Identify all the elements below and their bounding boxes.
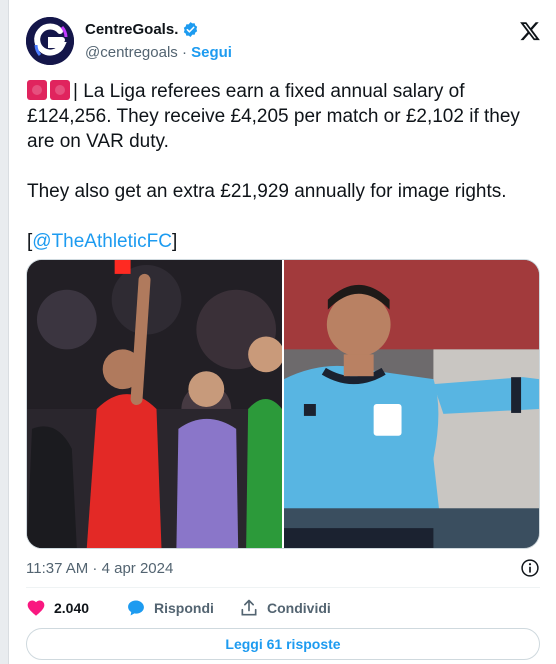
- handle-separator: ·: [181, 44, 187, 61]
- share-button[interactable]: Condividi: [239, 598, 331, 618]
- reply-bubble-icon: [128, 600, 144, 616]
- police-car-light-icon: [50, 80, 70, 100]
- tweet-paragraph-2: They also get an extra £21,929 annually …: [27, 181, 507, 202]
- like-button[interactable]: 2.040: [26, 598, 126, 618]
- photo-referee-pointing[interactable]: [284, 260, 539, 548]
- athletic-mention-link[interactable]: @TheAthleticFC: [32, 231, 172, 252]
- police-car-light-icon: [27, 80, 47, 100]
- divider: [26, 587, 540, 588]
- reply-label: Rispondi: [154, 600, 214, 616]
- tweet-media: [26, 259, 540, 549]
- tweet-salary-text: | La Liga referees earn a fixed annual s…: [27, 81, 520, 152]
- tweet-paragraph-1: | La Liga referees earn a fixed annual s…: [27, 79, 537, 154]
- centregoals-logo-icon: [26, 17, 74, 65]
- reply-button[interactable]: Rispondi: [126, 598, 239, 618]
- verified-badge-icon: [184, 22, 198, 37]
- tweet-paragraph-3: [@TheAthleticFC]: [27, 231, 178, 252]
- x-logo-icon[interactable]: [519, 20, 541, 42]
- timestamp[interactable]: 11:37 AM · 4 apr 2024: [26, 560, 173, 577]
- share-label: Condividi: [267, 600, 331, 616]
- photo-referee-red-card[interactable]: [27, 260, 282, 548]
- likes-count: 2.040: [54, 600, 90, 616]
- author-name[interactable]: CentreGoals.: [85, 21, 178, 38]
- info-icon[interactable]: [520, 558, 540, 578]
- author-handle[interactable]: @centregoals: [85, 44, 178, 61]
- avatar[interactable]: [26, 17, 74, 65]
- heart-icon: [27, 600, 45, 616]
- tweet-text: | La Liga referees earn a fixed annual s…: [27, 79, 537, 254]
- tweet-card: CentreGoals. @centregoals · Segui | La L…: [8, 0, 556, 664]
- follow-button[interactable]: Segui: [191, 44, 232, 61]
- action-bar: 2.040 Rispondi Condividi: [26, 597, 331, 619]
- share-upload-icon: [241, 599, 257, 616]
- read-replies-button[interactable]: Leggi 61 risposte: [26, 628, 540, 660]
